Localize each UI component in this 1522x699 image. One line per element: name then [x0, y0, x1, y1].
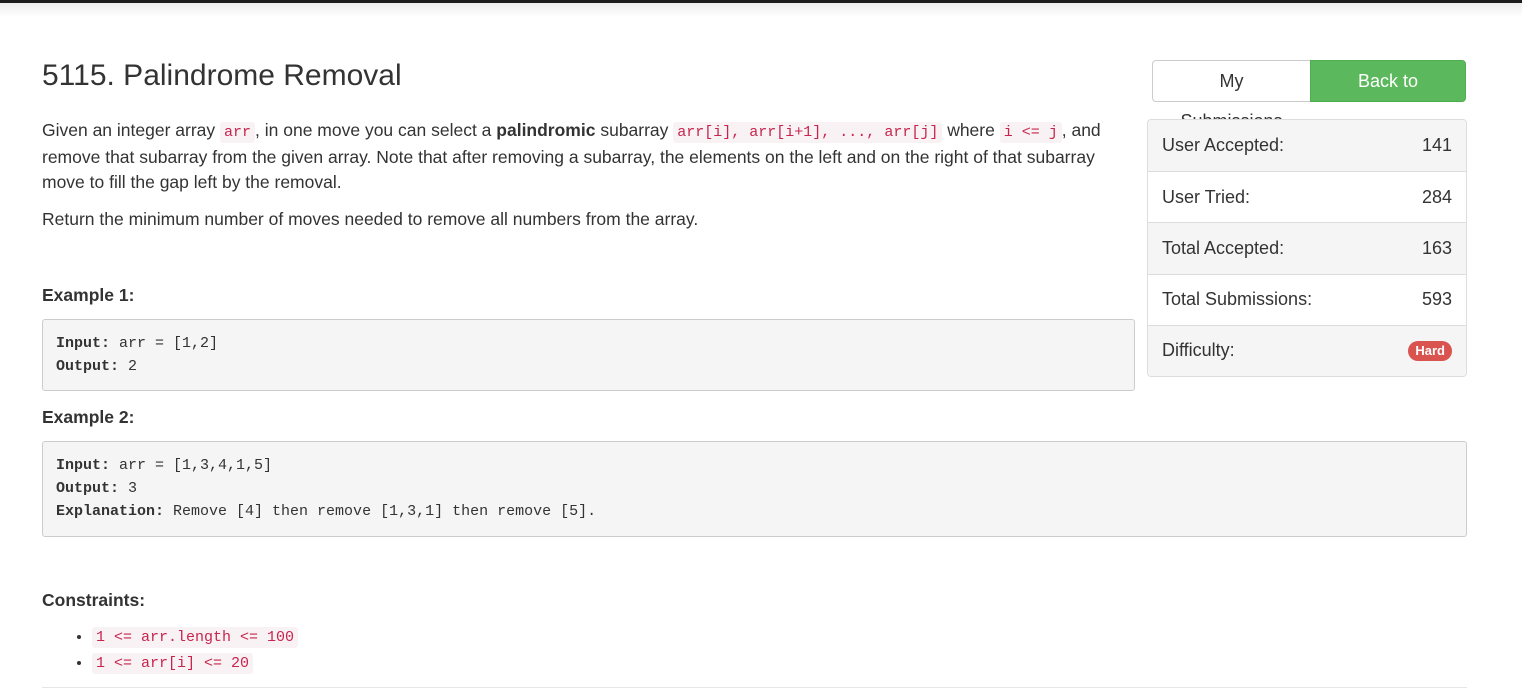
- constraints-heading: Constraints:: [42, 590, 146, 610]
- stat-label: Total Submissions:: [1162, 289, 1313, 310]
- stat-value: 284: [1421, 186, 1452, 207]
- my-submissions-button[interactable]: My Submissions: [1152, 60, 1311, 131]
- inline-code: arr[i], arr[i+1], ..., arr[j]: [673, 122, 943, 143]
- top-shadow: [0, 3, 1522, 17]
- inline-code: i <= j: [999, 122, 1062, 143]
- stat-row-total-accepted: Total Accepted: 163: [1148, 222, 1466, 274]
- list-item: 1 <= arr.length <= 100: [92, 624, 299, 650]
- example-2-heading: Example 2:: [42, 407, 135, 427]
- stat-row-user-tried: User Tried: 284: [1148, 171, 1466, 222]
- stats-panel: User Accepted: 141 User Tried: 284 Total…: [1147, 119, 1467, 377]
- action-buttons: My Submissions Back to Contest: [1152, 60, 1466, 131]
- stat-row-difficulty: Difficulty: Hard: [1148, 324, 1466, 376]
- example-2-block: Input: arr = [1,3,4,1,5] Output: 3 Expla…: [42, 441, 1467, 537]
- problem-description: Given an integer array arr, in one move …: [42, 118, 1112, 244]
- page-title: 5115. Palindrome Removal: [42, 59, 402, 92]
- example-1-heading: Example 1:: [42, 285, 135, 305]
- difficulty-badge: Hard: [1408, 340, 1452, 361]
- stat-value: 163: [1421, 237, 1452, 258]
- divider: [42, 687, 1467, 688]
- bold-text: palindromic: [496, 120, 596, 140]
- stat-label: Difficulty:: [1162, 340, 1235, 361]
- example-1-block: Input: arr = [1,2] Output: 2: [42, 319, 1135, 391]
- inline-code: 1 <= arr[i] <= 20: [92, 653, 254, 674]
- stat-row-total-submissions: Total Submissions: 593: [1148, 273, 1466, 325]
- stat-value: 593: [1421, 289, 1452, 310]
- description-paragraph-2: Return the minimum number of moves neede…: [42, 209, 699, 229]
- stat-label: Total Accepted:: [1162, 237, 1285, 258]
- inline-code: arr: [220, 122, 256, 143]
- stat-label: User Accepted:: [1162, 135, 1285, 156]
- inline-code: 1 <= arr.length <= 100: [92, 627, 299, 648]
- stat-value: 141: [1421, 135, 1452, 156]
- stat-row-user-accepted: User Accepted: 141: [1148, 120, 1466, 172]
- stat-label: User Tried:: [1162, 186, 1251, 207]
- description-paragraph-1: Given an integer array arr, in one move …: [42, 120, 1101, 192]
- constraints-list: 1 <= arr.length <= 100 1 <= arr[i] <= 20: [42, 624, 299, 676]
- back-to-contest-button[interactable]: Back to Contest: [1310, 60, 1466, 131]
- list-item: 1 <= arr[i] <= 20: [92, 650, 298, 676]
